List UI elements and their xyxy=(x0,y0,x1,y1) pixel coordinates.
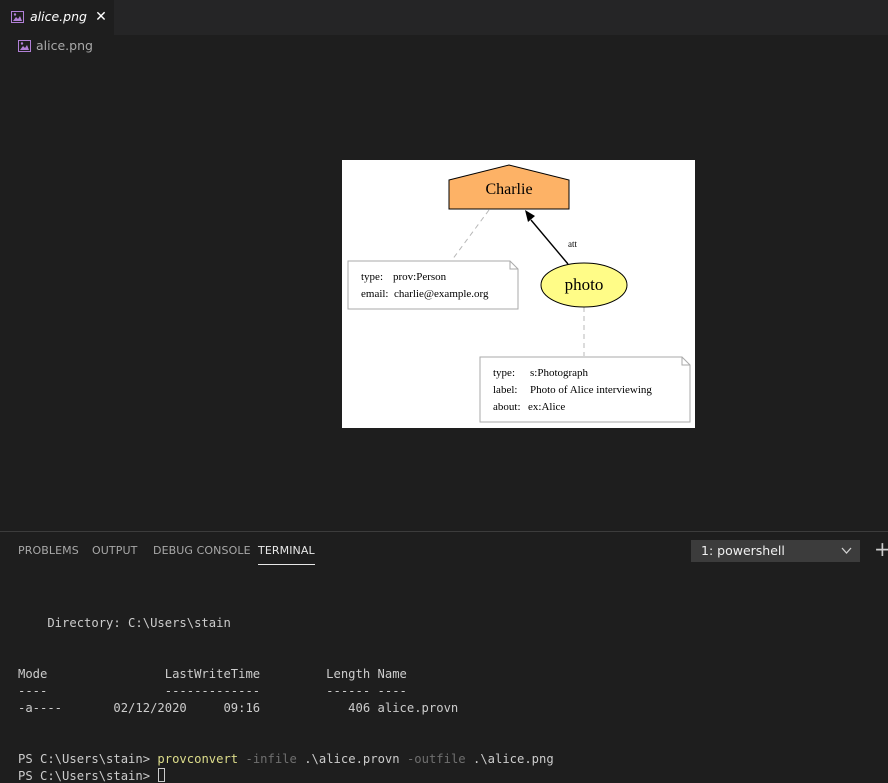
cursor xyxy=(158,768,166,782)
agent-note-email-value: charlie@example.org xyxy=(394,288,489,300)
entity-note-about-key: about: xyxy=(493,401,521,413)
entity-note-about-value: ex:Alice xyxy=(528,401,565,413)
editor-window: alice.png ✕ alice.png Charlie att photo … xyxy=(0,0,888,783)
terminal-select[interactable]: 1: powershell xyxy=(691,540,860,562)
bottom-panel: PROBLEMS OUTPUT DEBUG CONSOLE TERMINAL 1… xyxy=(0,531,888,783)
breadcrumb: alice.png xyxy=(0,35,888,57)
tab-problems[interactable]: PROBLEMS xyxy=(18,544,79,557)
arrowhead-icon xyxy=(525,210,535,222)
tab-alice-png[interactable]: alice.png ✕ xyxy=(0,0,114,35)
agent-note-email-key: email: xyxy=(361,288,389,300)
new-terminal-button[interactable]: + xyxy=(874,536,888,562)
agent-label: Charlie xyxy=(485,181,532,198)
tab-debug-console[interactable]: DEBUG CONSOLE xyxy=(153,544,251,557)
terminal-headers: Mode LastWriteTime Length Name xyxy=(18,667,407,681)
entity-note-label-value: Photo of Alice interviewing xyxy=(530,384,652,396)
attribution-edge xyxy=(530,219,569,265)
chevron-down-icon xyxy=(841,540,852,570)
entity-note-type-value: s:Photograph xyxy=(530,367,589,379)
image-preview: Charlie att photo type: prov:Person emai… xyxy=(342,160,695,428)
arg-infile: .\alice.provn xyxy=(304,752,400,766)
prompt: PS C:\Users\stain> xyxy=(18,752,151,766)
terminal-rule: ---- ------------- ------ ---- xyxy=(18,684,407,698)
flag-outfile: -outfile xyxy=(406,752,466,766)
image-file-icon xyxy=(11,11,24,23)
image-file-icon xyxy=(18,40,31,52)
breadcrumb-file[interactable]: alice.png xyxy=(36,38,93,53)
command: provconvert xyxy=(157,752,239,766)
terminal-directory-line: Directory: C:\Users\stain xyxy=(18,616,231,630)
flag-infile: -infile xyxy=(245,752,297,766)
entity-note-label-key: label: xyxy=(493,384,517,396)
agent-note xyxy=(347,260,519,310)
agent-note-type-key: type: xyxy=(361,271,383,283)
entity-note-type-key: type: xyxy=(493,367,515,379)
tab-bar: alice.png ✕ xyxy=(0,0,888,35)
terminal-command-line: PS C:\Users\stain> provconvert -infile .… xyxy=(18,751,554,768)
prov-diagram: Charlie att photo type: prov:Person emai… xyxy=(347,164,691,423)
terminal-select-value: 1: powershell xyxy=(701,543,785,558)
agent-note-type-value: prov:Person xyxy=(393,271,447,283)
close-icon[interactable]: ✕ xyxy=(93,8,109,26)
edge-label: att xyxy=(568,239,577,249)
terminal-output[interactable]: Directory: C:\Users\stain Mode LastWrite… xyxy=(0,570,888,783)
tab-label: alice.png xyxy=(30,9,87,24)
entity-label: photo xyxy=(565,275,604,294)
agent-note-link xyxy=(451,209,490,261)
terminal-row: -a---- 02/12/2020 09:16 406 alice.provn xyxy=(18,701,459,715)
tab-terminal[interactable]: TERMINAL xyxy=(258,544,315,565)
prompt: PS C:\Users\stain> xyxy=(18,769,151,783)
arg-outfile: .\alice.png xyxy=(472,752,554,766)
terminal-prompt-line: PS C:\Users\stain> xyxy=(18,768,166,783)
panel-tabs: PROBLEMS OUTPUT DEBUG CONSOLE TERMINAL 1… xyxy=(0,532,888,568)
tab-output[interactable]: OUTPUT xyxy=(92,544,137,557)
